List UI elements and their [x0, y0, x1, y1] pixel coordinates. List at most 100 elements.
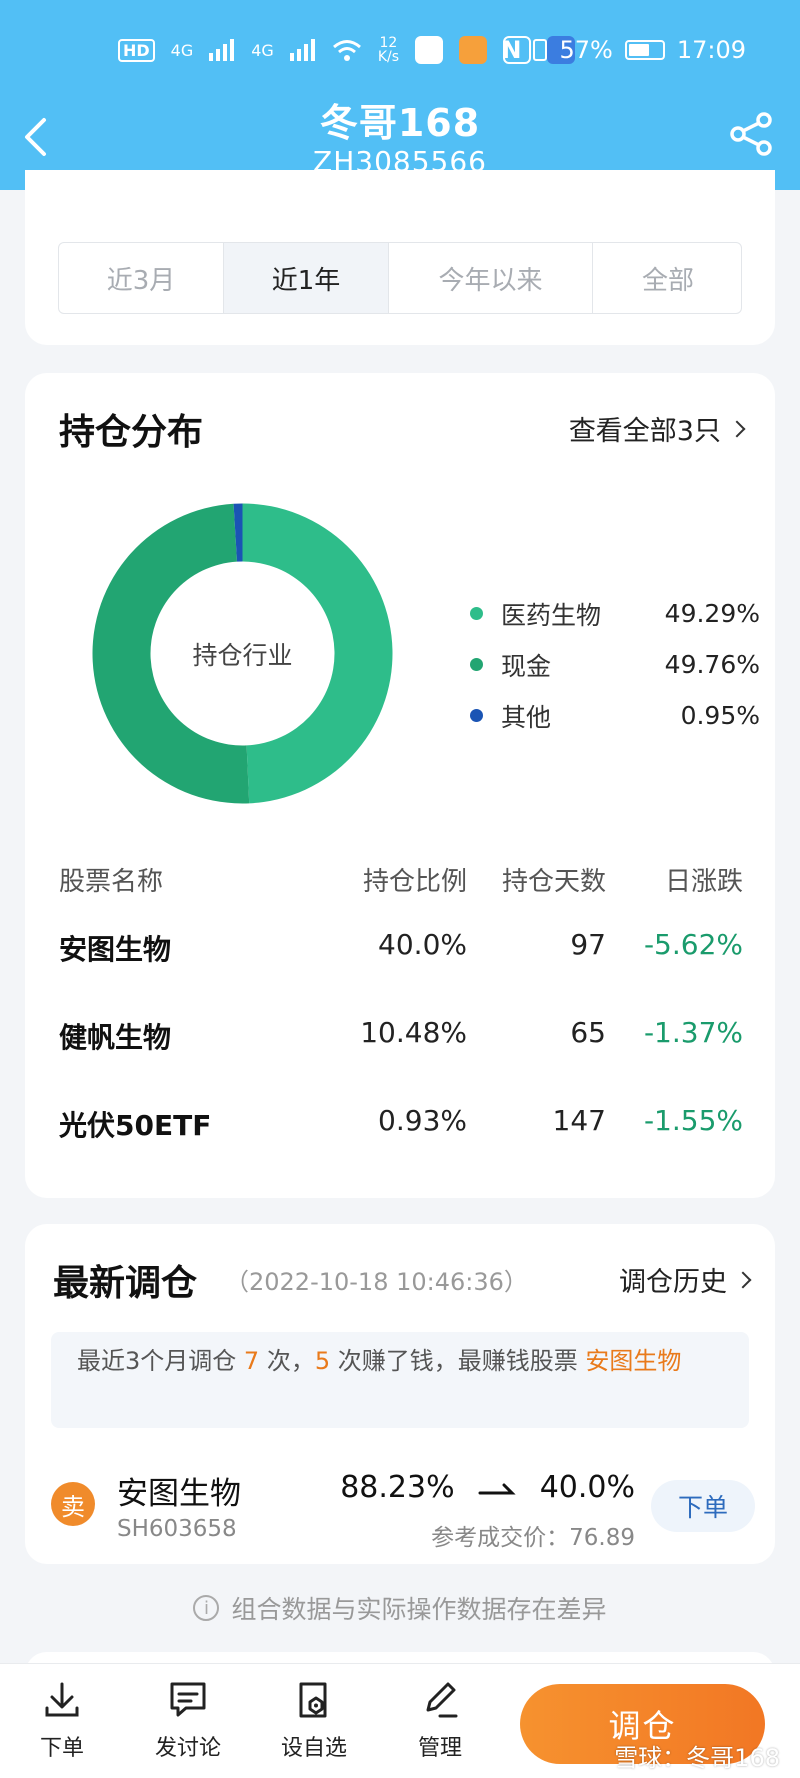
period-segmented-control: 近3月 近1年 今年以来 全部	[58, 242, 742, 314]
page-title: 冬哥168	[319, 101, 481, 145]
rebalance-trade-row[interactable]: 卖 安图生物 SH603658 88.23% 40.0% 参考成交价：76.89…	[25, 1452, 775, 1552]
holdings-card: 持仓分布 查看全部3只 持仓行业 医药生物 49.29% 现金 49.76% 其…	[25, 373, 775, 1198]
tab-label: 下单	[39, 1736, 84, 1761]
video-app-icon	[459, 36, 488, 64]
legend-dot	[470, 709, 483, 722]
legend-item: 其他 0.95%	[470, 690, 760, 741]
view-all-label: 查看全部3只	[568, 416, 721, 447]
status-right: N 57% 17:09	[501, 36, 746, 64]
stock-name: 健帆生物	[59, 1021, 172, 1054]
legend-value: 0.95%	[680, 701, 760, 730]
stock-change: -5.62%	[643, 928, 743, 961]
industry-donut-chart: 持仓行业	[90, 501, 395, 806]
app-notification-icon	[415, 36, 444, 64]
rebalance-title: 最新调仓	[53, 1263, 198, 1304]
legend-item: 现金 49.76%	[470, 639, 760, 690]
favorite-icon	[299, 1682, 327, 1718]
nfc-icon: N	[501, 36, 522, 64]
stock-ratio: 10.48%	[360, 1016, 467, 1049]
download-icon	[45, 1682, 79, 1717]
col-daily-change: 日涨跌	[664, 867, 743, 897]
sell-badge: 卖	[51, 1482, 95, 1526]
best-stock-link[interactable]: 安图生物	[585, 1347, 681, 1375]
price-value: 76.89	[569, 1525, 635, 1551]
stock-ratio: 40.0%	[378, 928, 467, 961]
tab-ytd[interactable]: 今年以来	[389, 243, 593, 313]
data-disclaimer: i 组合数据与实际操作数据存在差异	[0, 1590, 800, 1626]
legend-label: 医药生物	[501, 600, 602, 630]
period-card: 近3月 近1年 今年以来 全部	[25, 170, 775, 345]
stock-days: 97	[570, 928, 606, 961]
trade-stock-name: 安图生物	[117, 1476, 241, 1512]
weight-from: 88.23%	[340, 1470, 455, 1505]
wifi-icon	[332, 40, 361, 61]
watermark: 雪球：冬哥168	[614, 1744, 780, 1772]
rebalance-summary: 最近3个月调仓 7 次，5 次赚了钱，最赚钱股票 安图生物	[51, 1332, 749, 1428]
table-row[interactable]: 健帆生物 10.48% 65 -1.37%	[59, 1016, 743, 1066]
legend-value: 49.29%	[664, 599, 760, 628]
order-button[interactable]: 下单	[651, 1480, 755, 1532]
summary-text-2: 次，	[259, 1347, 315, 1375]
profit-count: 5	[314, 1347, 331, 1375]
legend-value: 49.76%	[664, 650, 760, 679]
reference-price: 参考成交价：76.89	[431, 1518, 635, 1552]
trade-count: 7	[243, 1347, 260, 1375]
legend-dot	[470, 658, 483, 671]
summary-text-3: 次赚了钱，最赚钱股票	[330, 1347, 586, 1375]
stock-days: 147	[552, 1104, 606, 1137]
table-row[interactable]: 光伏50ETF 0.93% 147 -1.55%	[59, 1104, 743, 1154]
view-all-holdings-link[interactable]: 查看全部3只	[568, 409, 746, 448]
trade-weight-change: 88.23% 40.0%	[340, 1470, 635, 1505]
tab-place-order[interactable]: 下单	[12, 1678, 112, 1768]
legend-dot	[470, 607, 483, 620]
stock-ratio: 0.93%	[378, 1104, 467, 1137]
chevron-right-icon	[734, 1271, 752, 1288]
status-bar: HD 4G 4G 12 K/s N 57% 17:09	[0, 28, 800, 74]
tab-add-favorite[interactable]: 设自选	[264, 1678, 364, 1768]
legend-item: 医药生物 49.29%	[470, 588, 760, 639]
stock-days: 65	[570, 1016, 606, 1049]
tab-discuss[interactable]: 发讨论	[138, 1678, 238, 1768]
rebalance-timestamp: （2022-10-18 10:46:36）	[225, 1268, 528, 1296]
network-indicator-2: 4G	[251, 40, 274, 60]
tab-label: 管理	[417, 1736, 462, 1761]
disclaimer-text: 组合数据与实际操作数据存在差异	[231, 1595, 607, 1624]
stock-change: -1.55%	[643, 1104, 743, 1137]
legend-label: 其他	[501, 702, 552, 732]
share-icon[interactable]	[726, 108, 778, 160]
signal-icon-2	[289, 39, 315, 61]
stock-name: 光伏50ETF	[59, 1109, 212, 1142]
weight-to: 40.0%	[539, 1470, 635, 1505]
tab-3-months[interactable]: 近3月	[59, 243, 224, 313]
network-indicator-1: 4G	[170, 40, 194, 60]
holdings-title: 持仓分布	[59, 412, 204, 453]
table-row[interactable]: 安图生物 40.0% 97 -5.62%	[59, 928, 743, 978]
battery-icon	[624, 40, 665, 60]
chevron-right-icon	[728, 420, 746, 437]
battery-percent: 57%	[559, 36, 613, 64]
chat-icon	[170, 1682, 206, 1717]
tab-1-year[interactable]: 近1年	[224, 243, 389, 313]
col-stock-name: 股票名称	[59, 867, 164, 897]
donut-legend: 医药生物 49.29% 现金 49.76% 其他 0.95%	[470, 588, 760, 741]
arrow-right-icon	[478, 1483, 516, 1494]
history-label: 调仓历史	[619, 1267, 727, 1298]
stock-change: -1.37%	[643, 1016, 743, 1049]
vibrate-icon	[533, 39, 548, 61]
legend-label: 现金	[501, 651, 552, 681]
signal-icon	[209, 39, 235, 61]
rebalance-history-link[interactable]: 调仓历史	[619, 1260, 752, 1299]
clock: 17:09	[676, 36, 746, 64]
trade-stock-code: SH603658	[117, 1516, 237, 1542]
info-icon: i	[193, 1595, 220, 1621]
summary-text-1: 最近3个月调仓	[77, 1347, 244, 1375]
top-header: HD 4G 4G 12 K/s N 57% 17:09 冬哥168 ZH3085…	[0, 0, 800, 190]
col-days: 持仓天数	[501, 867, 606, 897]
price-label: 参考成交价：	[431, 1525, 570, 1551]
tab-manage[interactable]: 管理	[390, 1678, 490, 1768]
net-speed-unit: K/s	[377, 49, 400, 65]
tab-all[interactable]: 全部	[593, 243, 741, 313]
col-ratio: 持仓比例	[362, 867, 467, 897]
rebalance-card: 最新调仓 （2022-10-18 10:46:36） 调仓历史 最近3个月调仓 …	[25, 1224, 775, 1564]
hd-badge: HD	[118, 38, 155, 62]
